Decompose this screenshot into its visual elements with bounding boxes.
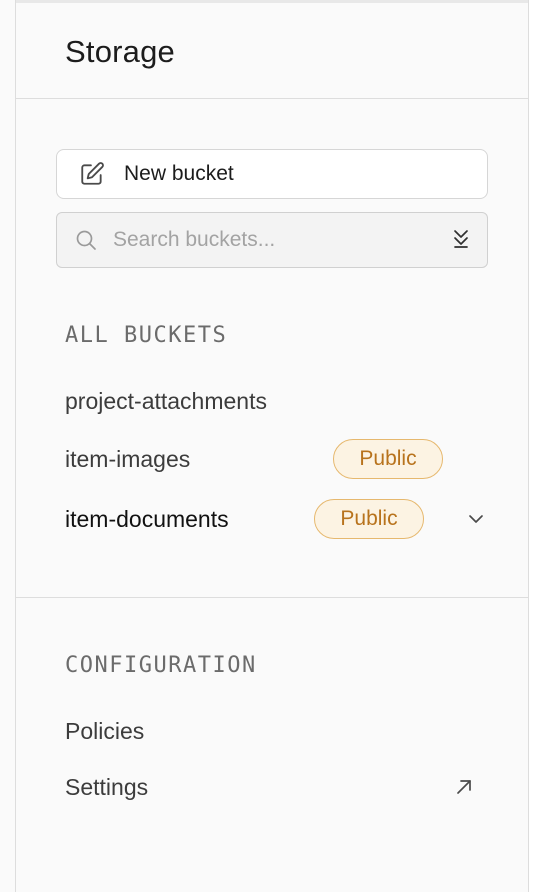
bucket-name: project-attachments bbox=[65, 387, 267, 414]
search-input[interactable] bbox=[113, 228, 423, 252]
bucket-item-item-documents[interactable]: item-documents Public bbox=[49, 497, 489, 541]
config-item-settings[interactable]: Settings bbox=[49, 767, 489, 807]
new-bucket-label: New bucket bbox=[124, 162, 234, 185]
bucket-name: item-images bbox=[65, 445, 191, 472]
config-item-label: Settings bbox=[65, 773, 149, 800]
search-field[interactable] bbox=[56, 212, 488, 268]
chevrons-up-down-icon[interactable] bbox=[449, 227, 473, 253]
page-title: Storage bbox=[65, 34, 175, 69]
bucket-item-item-images[interactable]: item-images Public bbox=[49, 437, 489, 481]
edit-icon bbox=[79, 161, 105, 187]
content-edge bbox=[529, 0, 542, 892]
config-item-policies[interactable]: Policies bbox=[49, 711, 489, 751]
configuration-heading: CONFIGURATION bbox=[65, 653, 257, 678]
search-icon bbox=[73, 227, 99, 253]
config-item-label: Policies bbox=[65, 717, 145, 744]
public-badge: Public bbox=[333, 439, 443, 479]
left-divider bbox=[15, 0, 16, 892]
bucket-item-project-attachments[interactable]: project-attachments bbox=[49, 379, 489, 423]
new-bucket-button[interactable]: New bucket bbox=[56, 149, 488, 199]
section-divider bbox=[16, 597, 528, 598]
storage-sidebar: Storage New bucket ALL BUCKETS bbox=[0, 0, 542, 892]
bucket-name: item-documents bbox=[65, 505, 229, 532]
external-link-icon bbox=[453, 776, 475, 798]
public-badge: Public bbox=[314, 499, 424, 539]
all-buckets-heading: ALL BUCKETS bbox=[65, 323, 228, 348]
chevron-down-icon[interactable] bbox=[466, 509, 486, 529]
sidebar-header: Storage bbox=[16, 3, 528, 99]
